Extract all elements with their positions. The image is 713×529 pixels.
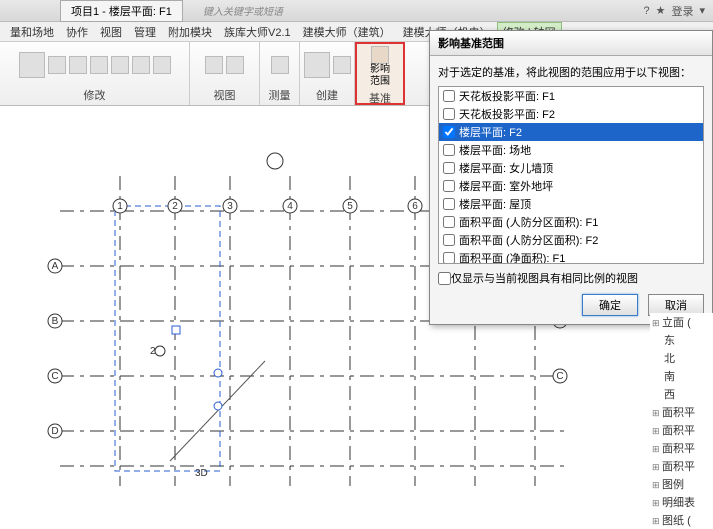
tree-item[interactable]: 面积平 [650, 421, 713, 439]
svg-text:2: 2 [172, 201, 178, 212]
ribbon-tool-icon[interactable] [90, 56, 108, 74]
checkbox[interactable] [443, 162, 455, 174]
dialog-title: 影响基准范围 [430, 31, 712, 56]
svg-text:4: 4 [287, 201, 293, 212]
checkbox[interactable] [443, 126, 455, 138]
document-tab[interactable]: 项目1 - 楼层平面: F1 [60, 0, 183, 22]
menu-item-view[interactable]: 视图 [94, 22, 128, 42]
ribbon-group-label: 基准 [369, 88, 391, 108]
svg-text:B: B [52, 316, 59, 327]
menu-item-manage[interactable]: 管理 [128, 22, 162, 42]
ribbon-tool-icon[interactable] [69, 56, 87, 74]
checkbox[interactable] [443, 90, 455, 102]
check-row[interactable]: 楼层平面: 屋顶 [439, 195, 703, 213]
tree-item[interactable]: 面积平 [650, 439, 713, 457]
ribbon-tool-icon[interactable] [226, 56, 244, 74]
ribbon-tool-icon[interactable] [48, 56, 66, 74]
checkbox[interactable] [443, 234, 455, 246]
ribbon-group-label: 创建 [316, 85, 338, 105]
tree-item[interactable]: 明细表 [650, 493, 713, 511]
star-icon[interactable]: ★ [656, 4, 666, 17]
dropdown-icon[interactable]: ▾ [699, 4, 705, 17]
menu-item-collab[interactable]: 协作 [60, 22, 94, 42]
tree-item[interactable]: 东 [650, 331, 713, 349]
checkbox[interactable] [443, 216, 455, 228]
menu-item-addins[interactable]: 附加模块 [162, 22, 218, 42]
tree-item[interactable]: 北 [650, 349, 713, 367]
svg-text:C: C [556, 371, 563, 382]
scope-icon[interactable] [371, 46, 389, 64]
ribbon-tool-icon[interactable] [153, 56, 171, 74]
check-row[interactable]: 面积平面 (净面积): F1 [439, 249, 703, 264]
ribbon-tool-icon[interactable] [19, 52, 45, 78]
ribbon-sub-label: 影响 [370, 64, 390, 76]
dialog-message: 对于选定的基准，将此视图的范围应用于以下视图： [438, 64, 704, 80]
ribbon-group-view: 视图 [190, 42, 260, 105]
tree-item[interactable]: 图例 [650, 475, 713, 493]
menu-item-site[interactable]: 量和场地 [4, 22, 60, 42]
login-link[interactable]: 登录 [671, 3, 693, 19]
check-row[interactable]: 面积平面 (人防分区面积): F1 [439, 213, 703, 231]
option-label: 仅显示与当前视图具有相同比例的视图 [451, 270, 638, 286]
svg-text:C: C [51, 371, 58, 382]
ribbon-group-label: 修改 [84, 85, 106, 105]
scope-dialog: 影响基准范围 对于选定的基准，将此视图的范围应用于以下视图： 天花板投影平面: … [429, 30, 713, 325]
check-row[interactable]: 楼层平面: 场地 [439, 141, 703, 159]
annotation-3d: 3D [195, 468, 208, 479]
check-row[interactable]: 楼层平面: 女儿墙顶 [439, 159, 703, 177]
tree-item[interactable]: 图纸 ( [650, 511, 713, 529]
check-row[interactable]: 天花板投影平面: F1 [439, 87, 703, 105]
view-check-list[interactable]: 天花板投影平面: F1 天花板投影平面: F2 楼层平面: F2 楼层平面: 场… [438, 86, 704, 264]
tree-item[interactable]: 面积平 [650, 457, 713, 475]
ribbon-sub-label: 范围 [370, 76, 390, 88]
svg-text:1: 1 [117, 201, 123, 212]
svg-text:5: 5 [347, 201, 353, 212]
menu-item-build[interactable]: 建模大师（建筑） [297, 22, 397, 42]
tree-item[interactable]: 面积平 [650, 403, 713, 421]
menu-item-famlib[interactable]: 族库大师V2.1 [218, 22, 297, 42]
checkbox[interactable] [443, 252, 455, 264]
svg-text:D: D [51, 426, 58, 437]
search-hint[interactable]: 键入关键字或短语 [203, 3, 283, 18]
ok-button[interactable]: 确定 [582, 294, 638, 316]
ribbon-tool-icon[interactable] [333, 56, 351, 74]
check-row[interactable]: 楼层平面: F2 [439, 123, 703, 141]
help-icon[interactable]: ? [643, 5, 649, 17]
svg-text:3: 3 [227, 201, 233, 212]
check-row[interactable]: 天花板投影平面: F2 [439, 105, 703, 123]
check-row[interactable]: 面积平面 (人防分区面积): F2 [439, 231, 703, 249]
tree-item[interactable]: 立面 ( [650, 313, 713, 331]
checkbox-same-scale[interactable] [438, 272, 451, 285]
ribbon-group-label: 测量 [269, 85, 291, 105]
check-row[interactable]: 楼层平面: 室外地坪 [439, 177, 703, 195]
project-browser[interactable]: 立面 ( 东 北 南 西 面积平 面积平 面积平 面积平 图例 明细表 图纸 ( [650, 313, 713, 529]
checkbox[interactable] [443, 108, 455, 120]
option-same-scale[interactable]: 仅显示与当前视图具有相同比例的视图 [438, 270, 704, 286]
titlebar: 项目1 - 楼层平面: F1 键入关键字或短语 ? ★ 登录 ▾ [0, 0, 713, 22]
ribbon-group-modify: 修改 [0, 42, 190, 105]
ribbon-group-measure: 测量 [260, 42, 300, 105]
svg-text:6: 6 [412, 201, 418, 212]
ribbon-tool-icon[interactable] [205, 56, 223, 74]
tree-item[interactable]: 南 [650, 367, 713, 385]
ribbon-tool-icon[interactable] [132, 56, 150, 74]
ribbon-group-datum[interactable]: 影响 范围 基准 [355, 42, 405, 105]
ribbon-tool-icon[interactable] [271, 56, 289, 74]
svg-text:A: A [52, 261, 59, 272]
ribbon-group-create: 创建 [300, 42, 355, 105]
checkbox[interactable] [443, 180, 455, 192]
checkbox[interactable] [443, 144, 455, 156]
ribbon-group-label: 视图 [214, 85, 236, 105]
checkbox[interactable] [443, 198, 455, 210]
tree-item[interactable]: 西 [650, 385, 713, 403]
ribbon-tool-icon[interactable] [111, 56, 129, 74]
ribbon-tool-icon[interactable] [304, 52, 330, 78]
